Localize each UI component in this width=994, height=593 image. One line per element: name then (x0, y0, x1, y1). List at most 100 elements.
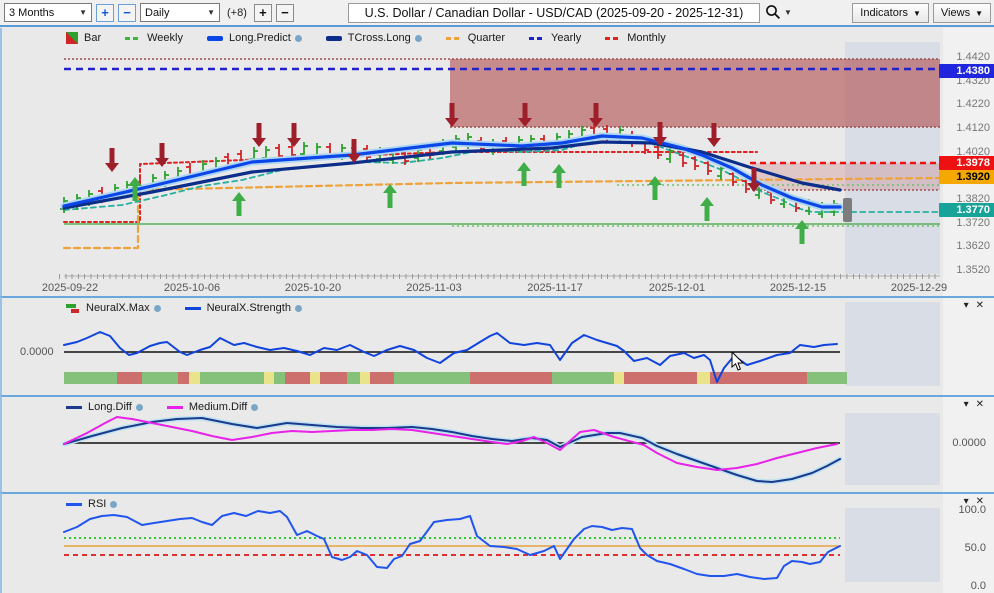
time-axis-label: 2025-11-03 (406, 282, 461, 294)
legend-label: RSI (88, 498, 106, 510)
offset-remove-button[interactable]: − (276, 4, 294, 22)
rsi-axis-label: 0.0 (971, 580, 986, 592)
close-panel-icon[interactable]: ✕ (976, 496, 984, 508)
price-axis-label: 1.4420 (956, 51, 990, 63)
neuralx-max-segment (264, 372, 274, 384)
dash-swatch-icon (529, 37, 545, 40)
legend-item-neuralx-max[interactable]: NeuralX.Max (66, 302, 161, 314)
legend-info-dot-icon[interactable] (136, 404, 143, 411)
rsi-canvas[interactable] (2, 494, 943, 593)
time-axis-label: 2025-12-29 (891, 282, 947, 294)
legend-info-dot-icon[interactable] (415, 35, 422, 42)
neuralx-max-segment (142, 372, 178, 384)
indicators-button[interactable]: Indicators ▼ (852, 3, 929, 23)
search-icon[interactable] (765, 4, 781, 20)
legend-label: Monthly (627, 32, 666, 44)
price-axis-label: 1.3520 (956, 264, 990, 276)
legend-item-medium-diff[interactable]: Medium.Diff (167, 401, 258, 413)
rsi-panel-controls: ▾ ✕ (964, 496, 984, 508)
interval-select[interactable]: Daily ▼ (140, 3, 220, 22)
price-level-badge: 1.3920 (939, 170, 994, 184)
neuralx-max-segment (200, 372, 264, 384)
legend-item-neuralx-strength[interactable]: NeuralX.Strength (185, 302, 302, 314)
thick-swatch-icon (207, 36, 223, 41)
neuralx-axis-margin (943, 298, 994, 395)
legend-info-dot-icon[interactable] (251, 404, 258, 411)
legend-item-bar[interactable]: Bar (66, 32, 101, 44)
neuralx-max-segment (624, 372, 697, 384)
time-axis-label: 2025-12-15 (770, 282, 826, 294)
diff-legend: Long.Diff Medium.Diff (66, 401, 258, 413)
legend-item-yearly[interactable]: Yearly (529, 32, 581, 44)
legend-item-long-diff[interactable]: Long.Diff (66, 401, 143, 413)
close-panel-icon[interactable]: ✕ (976, 399, 984, 411)
neuralx-max-segment (710, 372, 807, 384)
legend-info-dot-icon[interactable] (295, 35, 302, 42)
interval-select-value: Daily (145, 7, 169, 19)
range-select[interactable]: 3 Months ▼ (4, 3, 92, 22)
last-bar-marker (843, 198, 852, 222)
legend-item-monthly[interactable]: Monthly (605, 32, 666, 44)
neuralx-max-segment (189, 372, 200, 384)
neuralx-max-segment (285, 372, 310, 384)
search-dropdown-arrow-icon[interactable]: ▼ (784, 8, 792, 17)
line-swatch-icon (66, 406, 82, 409)
legend-info-dot-icon[interactable] (295, 305, 302, 312)
neuralx-max-segment (347, 372, 360, 384)
thick-swatch-icon (326, 36, 342, 41)
diff-panel-controls: ▾ ✕ (964, 399, 984, 411)
offset-add-button[interactable]: + (254, 4, 272, 22)
buy-arrow-icon (648, 176, 662, 200)
time-axis-label: 2025-11-17 (527, 282, 582, 294)
legend-item-long-predict[interactable]: Long.Predict (207, 32, 302, 44)
dash-swatch-icon (605, 37, 621, 40)
neuralx-max-segment (370, 372, 394, 384)
line-swatch-icon (185, 307, 201, 310)
rsi-panel: RSI 100.050.00.0 ▾ ✕ (0, 492, 994, 593)
legend-info-dot-icon[interactable] (154, 305, 161, 312)
neuralx-max-segment (117, 372, 142, 384)
price-axis[interactable]: 1.44201.43201.42201.41201.40201.38201.37… (943, 28, 994, 296)
legend-label: NeuralX.Strength (207, 302, 291, 314)
legend-item-tcross-long[interactable]: TCross.Long (326, 32, 422, 44)
neuralx-max-segment (274, 372, 285, 384)
buy-arrow-icon (232, 192, 246, 216)
sell-arrow-icon (252, 123, 266, 147)
collapse-panel-icon[interactable]: ▾ (964, 399, 969, 411)
range-select-value: 3 Months (9, 7, 54, 19)
buy-arrow-icon (552, 164, 566, 188)
neuralx-legend: NeuralX.Max NeuralX.Strength (66, 302, 302, 314)
sell-arrow-icon (105, 148, 119, 172)
neuralx-max-segment (470, 372, 552, 384)
legend-info-dot-icon[interactable] (110, 501, 117, 508)
neuralx-max-segment (807, 372, 847, 384)
buy-arrow-icon (383, 184, 397, 208)
close-panel-icon[interactable]: ✕ (976, 300, 984, 312)
legend-item-quarter[interactable]: Quarter (446, 32, 505, 44)
range-zoom-out-button[interactable]: − (118, 4, 136, 22)
legend-item-rsi[interactable]: RSI (66, 498, 117, 510)
price-axis-label: 1.4220 (956, 98, 990, 110)
legend-label: Weekly (147, 32, 183, 44)
time-axis-label: 2025-12-01 (649, 282, 705, 294)
legend-item-weekly[interactable]: Weekly (125, 32, 183, 44)
time-axis[interactable]: 2025-09-222025-10-062025-10-202025-11-03… (2, 272, 943, 296)
bar-offset-label: (+8) (227, 7, 247, 19)
legend-label: Long.Predict (229, 32, 291, 44)
range-zoom-in-button[interactable]: + (96, 4, 114, 22)
collapse-panel-icon[interactable]: ▾ (964, 496, 969, 508)
charting-app: 3 Months ▼ + − Daily ▼ (+8) + − U.S. Dol… (0, 0, 994, 593)
legend-label: Medium.Diff (189, 401, 247, 413)
dash-swatch-icon (446, 37, 462, 40)
rsi-line (64, 511, 840, 579)
views-button[interactable]: Views ▼ (933, 3, 991, 23)
collapse-panel-icon[interactable]: ▾ (964, 300, 969, 312)
legend-label: Long.Diff (88, 401, 132, 413)
price-chart-canvas[interactable] (2, 28, 943, 296)
line-swatch-icon (167, 406, 183, 409)
price-chart-legend: Bar Weekly Long.Predict TCross.Long Quarter Y… (66, 32, 666, 44)
diff-panel: Long.DiffMedium.Diff 0.0000 ▾ ✕ (0, 395, 994, 492)
symbol-title[interactable]: U.S. Dollar / Canadian Dollar - USD/CAD … (348, 3, 760, 23)
toolbar-left-group: 3 Months ▼ + − Daily ▼ (+8) + − (4, 3, 294, 22)
neuralx-max-segment (394, 372, 470, 384)
